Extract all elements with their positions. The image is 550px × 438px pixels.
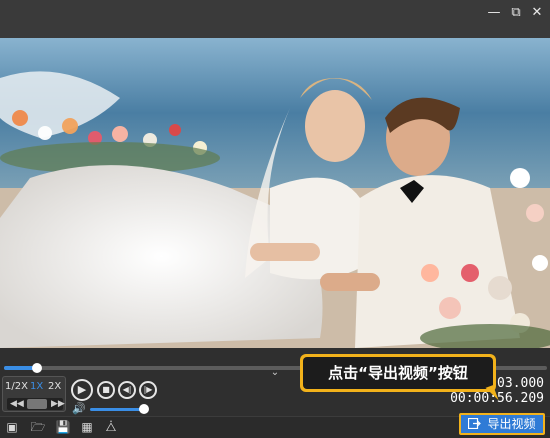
rewind-icon[interactable]: ◀◀ — [10, 398, 24, 410]
volume-icon[interactable]: 🔊 — [72, 403, 86, 415]
save-as-icon[interactable]: ▦ — [79, 419, 95, 435]
share-icon[interactable]: ⧊ — [103, 419, 119, 435]
next-frame-button[interactable]: |▶ — [139, 381, 157, 399]
speed-selector: 1/2X 1X 2X ◀◀ ▶▶ — [2, 376, 66, 412]
title-bar: — ⧉ ✕ — [0, 0, 550, 38]
volume-handle[interactable] — [139, 404, 149, 414]
timeline-handle[interactable] — [32, 363, 42, 373]
video-frame-image — [0, 38, 550, 348]
stop-button[interactable]: ■ — [97, 381, 115, 399]
callout-text: 点击“导出视频”按钮 — [303, 357, 493, 389]
open-folder-icon[interactable]: 🗁 — [30, 419, 46, 435]
minimize-icon[interactable]: — — [484, 4, 504, 22]
speed-slider[interactable]: ◀◀ ▶▶ — [7, 398, 65, 410]
export-video-label: 导出视频 — [487, 417, 536, 431]
fast-forward-icon[interactable]: ▶▶ — [51, 398, 65, 410]
restore-icon[interactable]: ⧉ — [506, 4, 526, 22]
export-icon — [468, 418, 482, 429]
chevron-down-icon[interactable]: ⌄ — [266, 368, 284, 378]
speed-option-half[interactable]: 1/2X — [5, 381, 28, 392]
screenshot-icon[interactable]: ▣ — [4, 419, 20, 435]
speed-option-1x[interactable]: 1X — [30, 381, 43, 392]
export-video-button[interactable]: 导出视频 — [459, 413, 545, 435]
speed-slider-thumb[interactable] — [27, 399, 47, 409]
previous-frame-button[interactable]: ◀| — [118, 381, 136, 399]
volume-slider[interactable] — [90, 408, 144, 411]
tooltip-callout: 点击“导出视频”按钮 — [300, 354, 496, 392]
save-icon[interactable]: 💾 — [55, 419, 71, 435]
play-button[interactable]: ▶ — [71, 379, 93, 401]
video-preview — [0, 38, 550, 348]
video-editor-window: — ⧉ ✕ ⌄ 1/2X 1X 2X ◀◀ ▶▶ ▶ ■ ◀| |▶ 🔊 00:… — [0, 0, 550, 438]
close-icon[interactable]: ✕ — [527, 4, 547, 22]
speed-option-2x[interactable]: 2X — [48, 381, 61, 392]
